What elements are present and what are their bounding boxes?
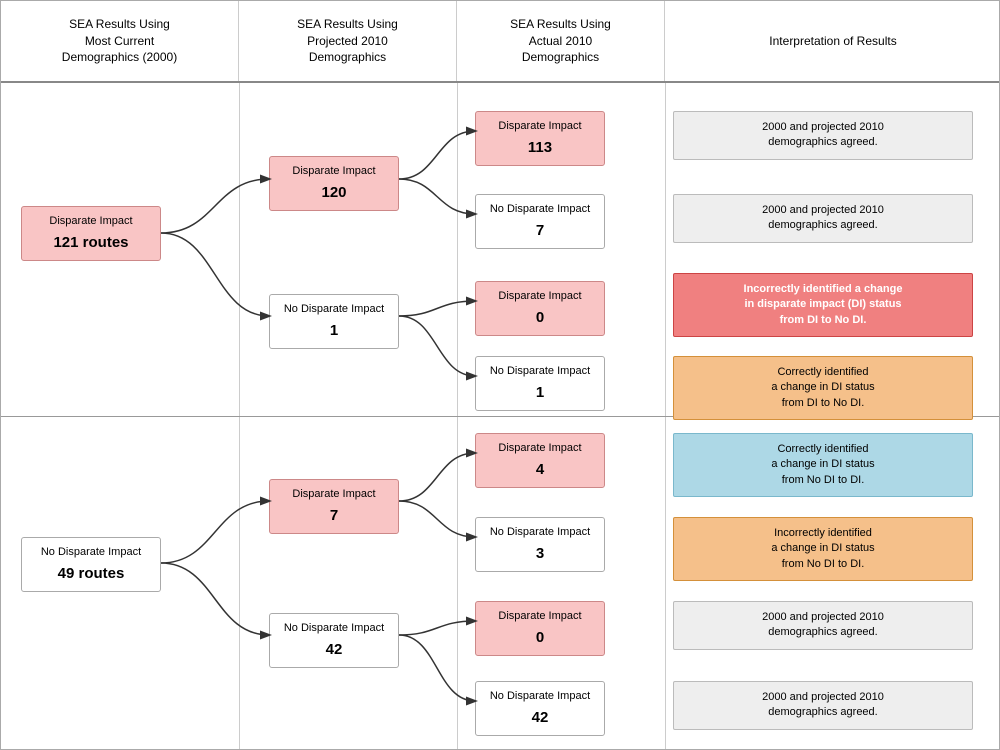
- bot-root-box: No Disparate Impact 49 routes: [21, 537, 161, 592]
- top-leaf-di-di-box: Disparate Impact 113: [475, 111, 605, 166]
- top-interp-ndi-ndi: Correctly identified a change in DI stat…: [673, 356, 973, 420]
- top-leaf-di-ndi-box: No Disparate Impact 7: [475, 194, 605, 249]
- top-branch-ndi-box: No Disparate Impact 1: [269, 294, 399, 349]
- bot-interp-di-ndi: Incorrectly identified a change in DI st…: [673, 517, 973, 581]
- top-branch-di-box: Disparate Impact 120: [269, 156, 399, 211]
- top-leaf-ndi-ndi-box: No Disparate Impact 1: [475, 356, 605, 411]
- bot-branch-ndi-box: No Disparate Impact 42: [269, 613, 399, 668]
- bot-leaf-di-ndi-box: No Disparate Impact 3: [475, 517, 605, 572]
- bot-interp-ndi-di: 2000 and projected 2010 demographics agr…: [673, 601, 973, 650]
- header-col2: SEA Results Using Projected 2010 Demogra…: [239, 1, 457, 81]
- top-interp-di-di: 2000 and projected 2010 demographics agr…: [673, 111, 973, 160]
- bot-interp-di-di: Correctly identified a change in DI stat…: [673, 433, 973, 497]
- top-interp-ndi-di: Incorrectly identified a change in dispa…: [673, 273, 973, 337]
- bot-leaf-ndi-ndi-box: No Disparate Impact 42: [475, 681, 605, 736]
- header-col3: SEA Results Using Actual 2010 Demographi…: [457, 1, 665, 81]
- header-col4: Interpretation of Results: [665, 1, 1000, 81]
- top-root-box: Disparate Impact 121 routes: [21, 206, 161, 261]
- top-interp-di-ndi: 2000 and projected 2010 demographics agr…: [673, 194, 973, 243]
- bot-branch-di-box: Disparate Impact 7: [269, 479, 399, 534]
- bot-interp-ndi-ndi: 2000 and projected 2010 demographics agr…: [673, 681, 973, 730]
- header-col1: SEA Results Using Most Current Demograph…: [1, 1, 239, 81]
- top-leaf-ndi-di-box: Disparate Impact 0: [475, 281, 605, 336]
- bot-leaf-ndi-di-box: Disparate Impact 0: [475, 601, 605, 656]
- bot-leaf-di-di-box: Disparate Impact 4: [475, 433, 605, 488]
